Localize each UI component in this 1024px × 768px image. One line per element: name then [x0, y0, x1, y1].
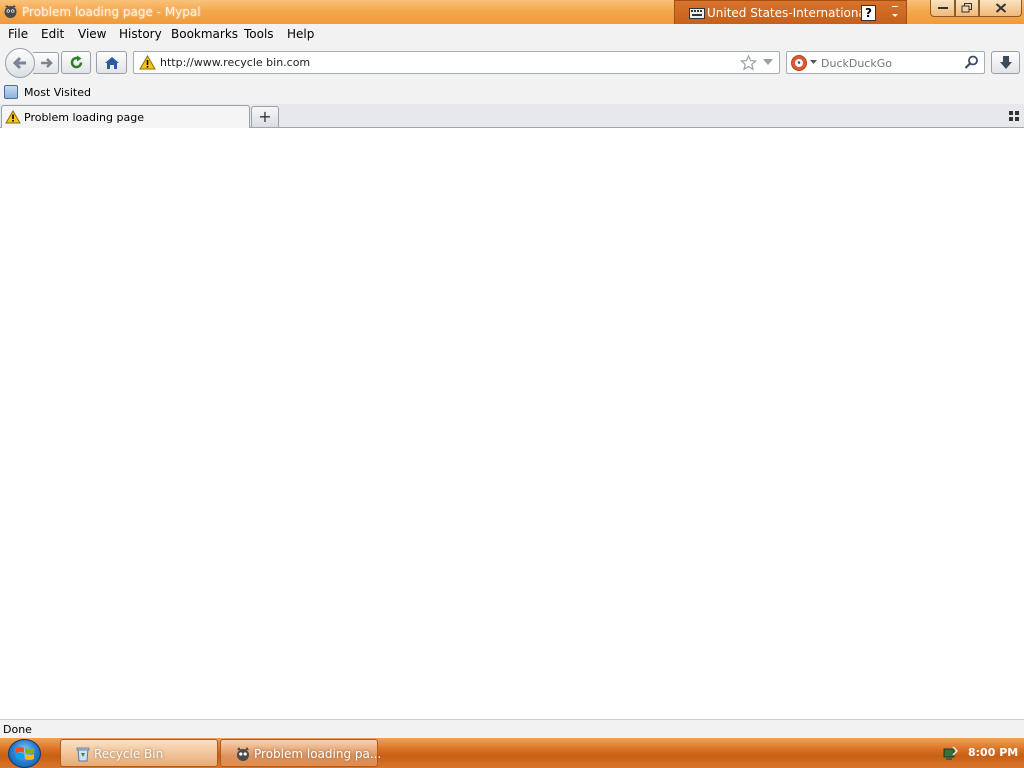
list-all-tabs-icon[interactable]: [1009, 111, 1019, 121]
close-icon: [995, 3, 1006, 13]
network-tray-icon[interactable]: [942, 745, 958, 761]
bookmark-most-visited[interactable]: Most Visited: [24, 86, 91, 99]
duck-icon: [795, 59, 803, 67]
menu-help[interactable]: Help: [287, 27, 314, 41]
minimize-button[interactable]: [930, 0, 955, 17]
arrow-left-icon: [12, 56, 26, 70]
taskbar-label: Recycle Bin: [94, 747, 164, 761]
home-button[interactable]: [96, 51, 127, 74]
taskbar-item-recycle-bin[interactable]: Recycle Bin: [60, 739, 218, 767]
warning-icon: [5, 110, 21, 124]
back-button[interactable]: [5, 48, 35, 78]
taskbar-item-browser[interactable]: Problem loading pa...: [220, 739, 382, 767]
title-bar[interactable]: Problem loading page - Mypal United Stat…: [0, 0, 1024, 26]
search-engine-dropdown-icon[interactable]: [810, 60, 817, 65]
recycle-bin-icon: [76, 747, 90, 762]
restore-button[interactable]: [955, 0, 979, 17]
minimize-icon: [937, 7, 948, 9]
status-bar: Done: [0, 719, 1024, 738]
reload-icon: [70, 55, 83, 69]
menu-history[interactable]: History: [119, 27, 162, 41]
mypal-icon: [4, 5, 17, 18]
address-bar[interactable]: http://www.recycle bin.com: [133, 51, 780, 74]
close-button[interactable]: [979, 0, 1022, 17]
taskbar: Recycle Bin Problem loading pa... 8:00 P…: [0, 738, 1024, 768]
duckduckgo-icon[interactable]: [791, 55, 807, 71]
tab-label: Problem loading page: [24, 111, 144, 124]
restore-icon: [961, 3, 972, 13]
input-language-label[interactable]: United States-International: [707, 6, 869, 20]
new-tab-button[interactable]: +: [251, 106, 279, 127]
menu-file[interactable]: File: [8, 27, 28, 41]
chevron-down-icon: [892, 6, 898, 17]
windows-logo-icon: [16, 747, 34, 760]
page-content[interactable]: [0, 128, 1024, 719]
warning-icon: [139, 55, 156, 70]
system-clock[interactable]: 8:00 PM: [968, 746, 1018, 759]
arrow-right-icon: [41, 58, 53, 68]
language-bar[interactable]: United States-International ?: [674, 0, 907, 26]
bookmark-star-icon[interactable]: [740, 55, 757, 71]
download-arrow-icon: [1000, 56, 1012, 69]
forward-button[interactable]: [33, 52, 59, 74]
url-text[interactable]: http://www.recycle bin.com: [160, 56, 310, 69]
bookmarks-toolbar: Most Visited: [0, 82, 1024, 104]
status-text: Done: [3, 723, 32, 736]
start-button[interactable]: [8, 739, 41, 768]
menu-edit[interactable]: Edit: [41, 27, 64, 41]
taskbar-label: Problem loading pa...: [254, 747, 382, 761]
menu-bar: File Edit View History Bookmarks Tools H…: [0, 24, 1024, 44]
menu-view[interactable]: View: [78, 27, 106, 41]
navigation-toolbar: http://www.recycle bin.com: [0, 44, 1024, 82]
language-options-icon[interactable]: [889, 3, 901, 23]
search-icon[interactable]: [964, 55, 979, 70]
search-bar[interactable]: [786, 51, 985, 74]
downloads-button[interactable]: [991, 51, 1020, 74]
reload-button[interactable]: [61, 51, 91, 74]
keyboard-icon: [689, 8, 705, 19]
language-help-icon[interactable]: ?: [861, 5, 876, 21]
tab-problem-loading-page[interactable]: Problem loading page: [1, 105, 250, 129]
home-icon: [105, 57, 119, 69]
menu-tools[interactable]: Tools: [244, 27, 274, 41]
window-title: Problem loading page - Mypal: [22, 5, 201, 19]
menu-bookmarks[interactable]: Bookmarks: [171, 27, 238, 41]
mypal-icon: [237, 747, 249, 761]
tab-strip: Problem loading page +: [0, 104, 1024, 129]
most-visited-icon: [4, 85, 18, 99]
history-dropdown-icon[interactable]: [763, 59, 773, 66]
search-input[interactable]: [821, 55, 961, 71]
